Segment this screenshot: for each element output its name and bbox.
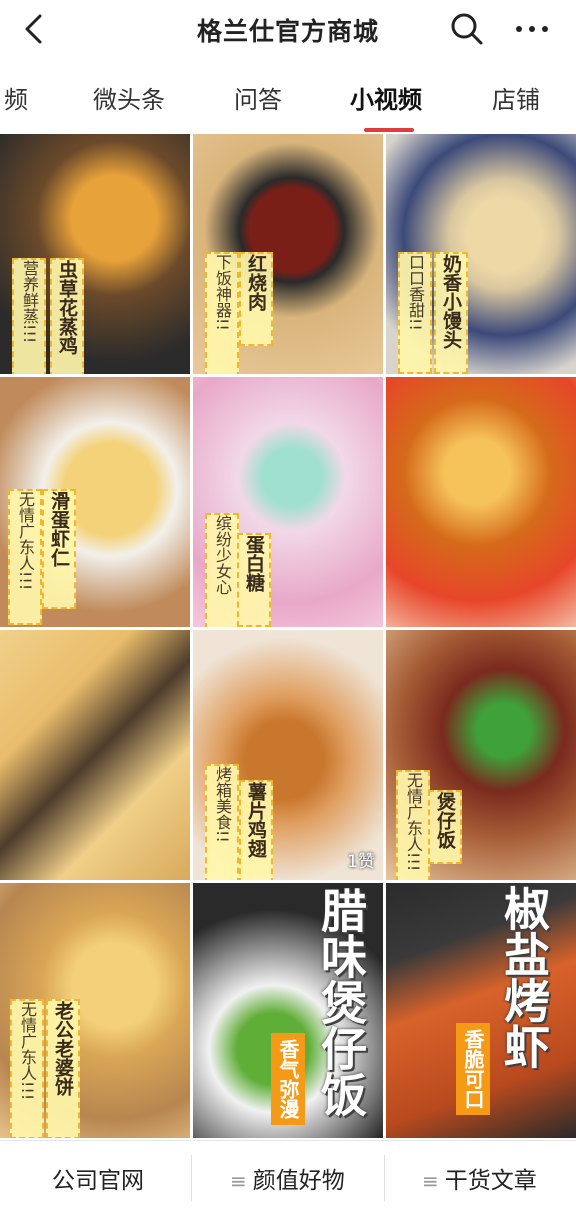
video-grid: 营养鲜蒸!!! 虫草花蒸鸡 下饭神器!! 红烧肉 口口香甜!! 奶香小馒头 无情… <box>0 134 576 1138</box>
search-icon[interactable] <box>448 10 486 48</box>
top-bar: 格兰仕官方商城 <box>0 0 576 58</box>
video-subtitle: 无情广东人!!! <box>10 999 44 1138</box>
video-title: 滑蛋虾仁 <box>42 489 76 609</box>
tab-micro-headline[interactable]: 微头条 <box>93 80 165 115</box>
video-card[interactable] <box>386 377 576 627</box>
video-subtitle: 缤纷少女心 <box>205 513 239 627</box>
bottom-item-label: 公司官网 <box>52 1168 144 1194</box>
video-card[interactable]: 烤箱美食!! 薯片鸡翅 1赞 <box>193 630 383 880</box>
video-title: 老公老婆饼 <box>46 999 80 1138</box>
video-card[interactable]: 缤纷少女心 蛋白糖 <box>193 377 383 627</box>
active-tab-indicator <box>364 128 414 132</box>
menu-lines-icon: ≡ <box>422 1169 439 1193</box>
video-subtitle: 无情广东人!!! <box>8 489 42 625</box>
video-card[interactable]: 下饭神器!! 红烧肉 <box>193 134 383 374</box>
bottom-item-label: 干货文章 <box>444 1168 537 1194</box>
like-count: 1赞 <box>347 852 375 872</box>
tab-store[interactable]: 店铺 <box>492 80 540 115</box>
video-title: 蛋白糖 <box>237 533 271 627</box>
tab-short-video[interactable]: 小视频 <box>350 80 422 115</box>
video-title: 腊味煲仔饭 <box>314 887 368 1117</box>
video-title: 薯片鸡翅 <box>239 780 273 880</box>
video-card[interactable]: 无情广东人!!! 老公老婆饼 <box>0 883 190 1138</box>
video-title: 椒盐烤虾 <box>497 885 551 1069</box>
video-subtitle: 下饭神器!! <box>205 252 239 374</box>
video-title: 煲仔饭 <box>428 790 462 864</box>
video-subtitle: 无情广东人!!! <box>396 770 430 880</box>
video-card[interactable]: 营养鲜蒸!!! 虫草花蒸鸡 <box>0 134 190 374</box>
menu-lines-icon: ≡ <box>230 1169 247 1193</box>
video-subtitle: 口口香甜!! <box>398 252 432 374</box>
bottom-bar: 公司官网 ≡ 颜值好物 ≡ 干货文章 <box>0 1140 576 1215</box>
articles-menu-button[interactable]: ≡ 干货文章 <box>422 1161 537 1195</box>
video-card[interactable]: 口口香甜!! 奶香小馒头 <box>386 134 576 374</box>
tab-video-partial[interactable]: 频 <box>4 80 28 115</box>
bottom-item-label: 颜值好物 <box>252 1168 345 1194</box>
video-title: 奶香小馒头 <box>434 252 468 374</box>
video-title: 虫草花蒸鸡 <box>50 258 84 374</box>
company-website-button[interactable]: 公司官网 <box>52 1161 144 1195</box>
video-card[interactable]: 无情广东人!!! 煲仔饭 <box>386 630 576 880</box>
video-tag: 香气弥漫 <box>271 1033 305 1125</box>
video-card[interactable]: 腊味煲仔饭 香气弥漫 <box>193 883 383 1138</box>
video-subtitle: 烤箱美食!! <box>205 764 239 880</box>
video-tag: 香脆可口 <box>456 1023 490 1115</box>
more-dots-icon[interactable] <box>512 12 552 46</box>
video-title: 红烧肉 <box>239 252 273 346</box>
divider <box>384 1155 385 1201</box>
video-card[interactable] <box>0 630 190 880</box>
good-items-menu-button[interactable]: ≡ 颜值好物 <box>230 1161 345 1195</box>
video-subtitle: 营养鲜蒸!!! <box>12 258 46 374</box>
page-title: 格兰仕官方商城 <box>196 17 379 46</box>
video-card[interactable]: 椒盐烤虾 香脆可口 <box>386 883 576 1138</box>
tab-bar: 频 微头条 问答 小视频 店铺 <box>0 60 576 134</box>
tab-qa[interactable]: 问答 <box>234 80 282 115</box>
video-card[interactable]: 无情广东人!!! 滑蛋虾仁 <box>0 377 190 627</box>
divider <box>191 1155 192 1201</box>
